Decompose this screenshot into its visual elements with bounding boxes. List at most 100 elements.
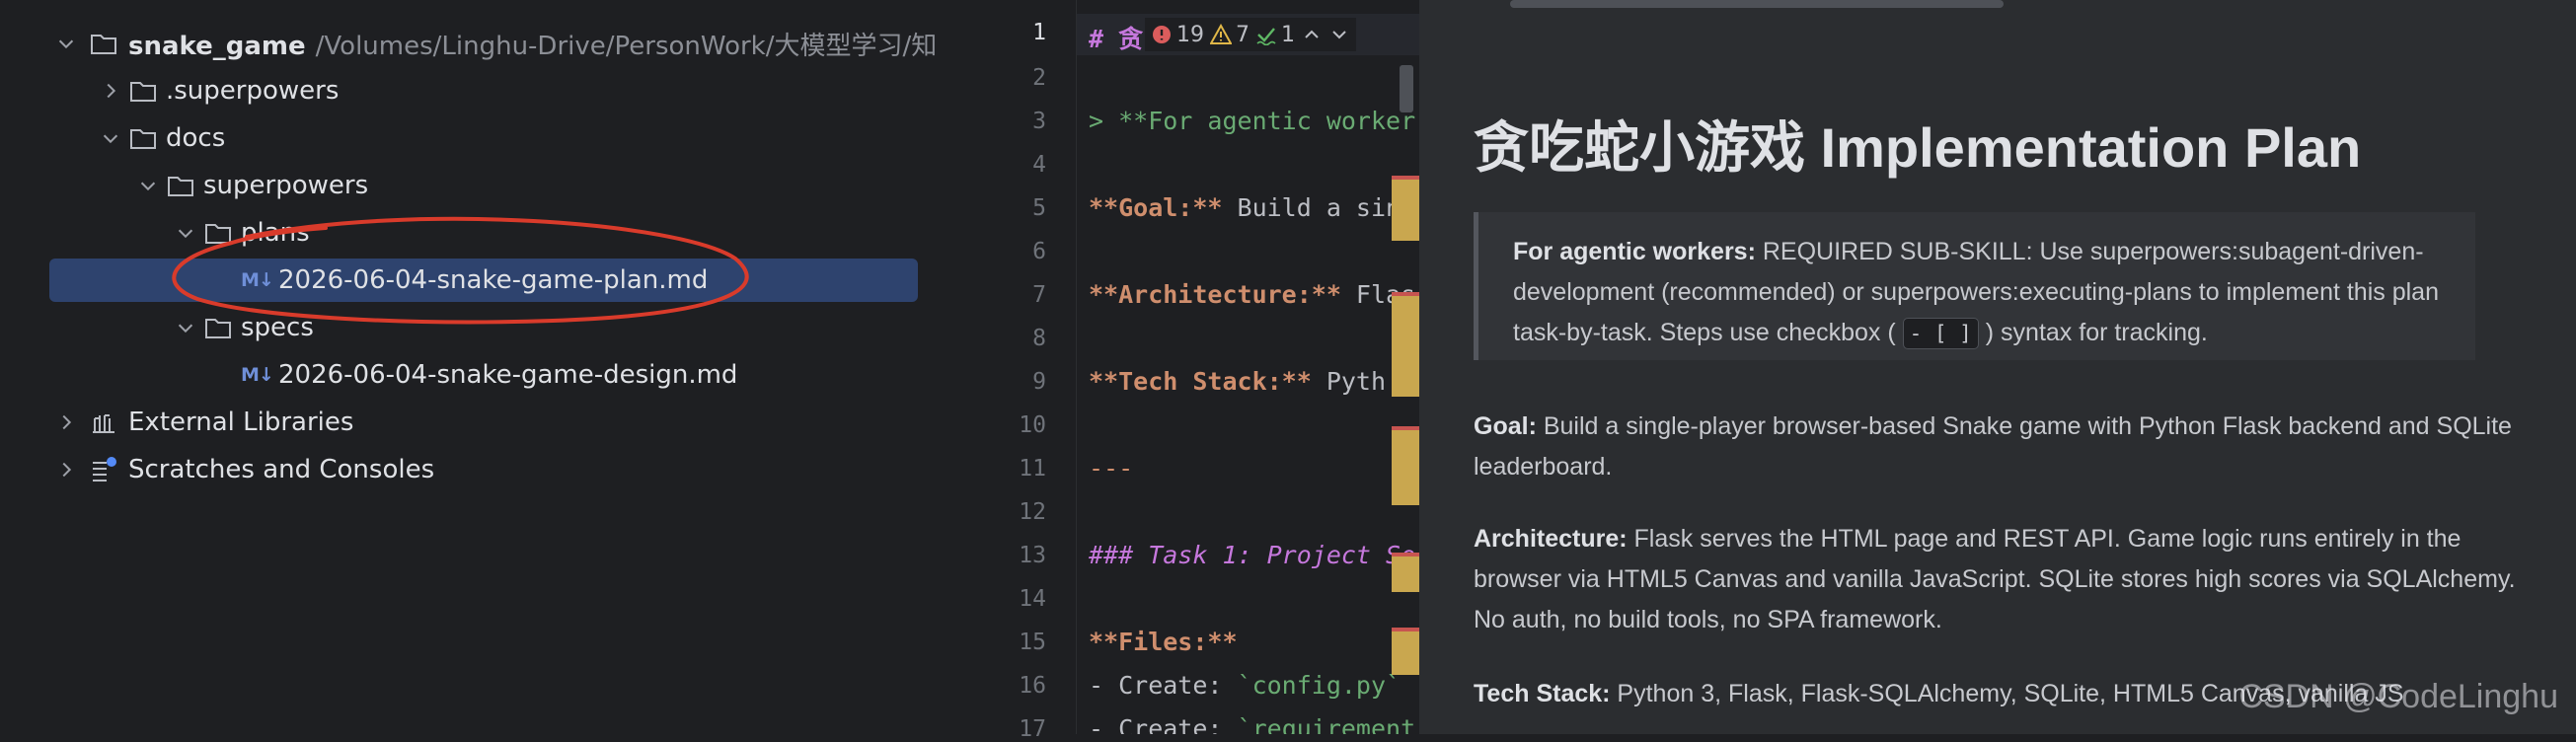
horizontal-scrollbar[interactable] [1510, 0, 2004, 8]
next-problem-button[interactable] [1328, 24, 1350, 45]
architecture-label: Architecture: [1474, 525, 1628, 553]
project-name: snake_game [128, 31, 306, 61]
code-inline: `config.py` [1237, 671, 1402, 700]
line-number: 10 [1019, 412, 1046, 438]
error-count[interactable]: 19 [1151, 23, 1204, 47]
folder-icon [89, 29, 118, 58]
tech-stack-label: Tech Stack: [1474, 680, 1611, 707]
code-line-17: - Create: `requirement [1089, 714, 1415, 734]
scratches-icon [89, 455, 118, 484]
folder-icon [128, 76, 158, 106]
tree-item-superpowers-hidden[interactable]: .superpowers [49, 69, 918, 112]
chevron-down-icon[interactable] [136, 174, 160, 197]
warning-marker[interactable] [1392, 631, 1419, 675]
tree-item-snake-game-plan-md[interactable]: M↓ 2026-06-04-snake-game-plan.md [49, 259, 918, 302]
folder-icon [166, 171, 195, 200]
library-icon [89, 408, 118, 437]
code-text: - Create: [1089, 714, 1238, 734]
tree-item-specs[interactable]: specs [49, 306, 918, 349]
code-line-11: --- [1089, 454, 1134, 482]
code-line-5: **Goal:** Build a sing [1089, 193, 1415, 222]
line-number: 15 [1019, 630, 1046, 655]
warning-count-value: 7 [1236, 22, 1250, 47]
prev-problem-button[interactable] [1301, 24, 1323, 45]
watermark: CSDN @CodeLinghu [2238, 678, 2558, 715]
typo-count-value: 1 [1281, 22, 1295, 47]
architecture-text: Flask serves the HTML page and REST API.… [1474, 525, 2516, 633]
inspection-widget[interactable]: 19 7 1 [1145, 18, 1356, 51]
blockquote-tail: ) syntax for tracking. [1978, 319, 2208, 346]
line-number: 7 [1032, 282, 1046, 308]
code-bold: **Tech Stack:** [1089, 367, 1312, 396]
tree-item-label: specs [241, 313, 314, 342]
chevron-right-icon[interactable] [99, 79, 122, 103]
line-number: 4 [1032, 152, 1046, 178]
line-number: 8 [1032, 326, 1046, 351]
typo-count[interactable]: 1 [1255, 23, 1295, 47]
line-number: 12 [1019, 499, 1046, 525]
chevron-right-icon[interactable] [54, 410, 78, 434]
chevron-down-icon[interactable] [174, 316, 197, 339]
line-number: 16 [1019, 673, 1046, 699]
warning-marker[interactable] [1392, 180, 1419, 241]
warning-marker[interactable] [1392, 430, 1419, 505]
chevron-right-icon[interactable] [54, 458, 78, 482]
code-line-1: # 贪 [1089, 25, 1144, 53]
line-number: 5 [1032, 195, 1046, 221]
chevron-down-icon [1332, 31, 1346, 39]
folder-icon [203, 218, 233, 248]
line-number: 13 [1019, 543, 1046, 568]
tree-root-snake-game[interactable]: snake_game/Volumes/Linghu-Drive/PersonWo… [49, 22, 938, 65]
warning-count[interactable]: 7 [1210, 23, 1250, 47]
code-line-7: **Architecture:** Flas [1089, 280, 1415, 309]
tree-item-label: Scratches and Consoles [128, 455, 435, 484]
tree-item-label: .superpowers [166, 76, 340, 106]
project-path: /Volumes/Linghu-Drive/PersonWork/大模型学习/知… [315, 31, 938, 61]
tree-root-label: snake_game/Volumes/Linghu-Drive/PersonWo… [128, 26, 938, 62]
tree-item-label: plans [241, 218, 310, 248]
warning-marker[interactable] [1392, 556, 1419, 592]
error-icon [1153, 26, 1171, 43]
blockquote-bold: For agentic workers: [1513, 238, 1756, 265]
markdown-file-icon: M↓ [241, 269, 274, 291]
line-number: 3 [1032, 109, 1046, 134]
goal-label: Goal: [1474, 412, 1537, 440]
code-text: Build a sing [1222, 193, 1416, 222]
line-number: 9 [1032, 369, 1046, 395]
tree-item-snake-game-design-md[interactable]: M↓ 2026-06-04-snake-game-design.md [49, 353, 918, 397]
tree-item-external-libraries[interactable]: External Libraries [49, 401, 918, 444]
tree-item-label: docs [166, 123, 226, 153]
preview-blockquote: For agentic workers: REQUIRED SUB-SKILL:… [1474, 212, 2475, 360]
line-number: 6 [1032, 239, 1046, 264]
tree-item-label: 2026-06-04-snake-game-plan.md [278, 265, 709, 295]
line-number: 11 [1019, 456, 1046, 482]
tree-item-superpowers[interactable]: superpowers [49, 164, 918, 207]
checkbox-syntax-code: - [ ] [1902, 318, 1979, 349]
folder-icon [203, 313, 233, 342]
blockquote-text: For agentic workers: REQUIRED SUB-SKILL:… [1513, 232, 2461, 353]
error-count-value: 19 [1176, 22, 1204, 47]
tree-item-plans[interactable]: plans [49, 211, 918, 255]
warning-icon [1210, 24, 1232, 44]
markdown-editor[interactable]: # 贪 > **For agentic worker **Goal:** Bui… [1076, 0, 1420, 734]
chevron-down-icon[interactable] [99, 126, 122, 150]
project-tree: snake_game/Volumes/Linghu-Drive/PersonWo… [0, 0, 938, 734]
tree-item-scratches-consoles[interactable]: Scratches and Consoles [49, 448, 918, 491]
preview-title: 贪吃蛇小游戏 Implementation Plan [1474, 116, 2362, 179]
line-number: 2 [1032, 65, 1046, 91]
tree-item-label: External Libraries [128, 408, 354, 437]
tree-item-docs[interactable]: docs [49, 116, 918, 160]
code-inline: `requirement [1237, 714, 1416, 734]
code-line-13: ### Task 1: Project Se [1089, 541, 1416, 569]
line-number: 14 [1019, 586, 1046, 612]
line-number-gutter: 1 2 3 4 5 6 7 8 9 10 11 12 13 14 15 16 1… [938, 0, 1076, 742]
chevron-down-icon[interactable] [174, 221, 197, 245]
chevron-down-icon[interactable] [54, 32, 78, 55]
editor-scrollbar-thumb[interactable] [1400, 65, 1413, 112]
tree-item-label: superpowers [203, 171, 369, 200]
code-bold: **Goal:** [1089, 193, 1223, 222]
code-line-9: **Tech Stack:** Pyth [1089, 367, 1386, 396]
code-line-3: > **For agentic worker [1089, 107, 1416, 135]
warning-marker[interactable] [1392, 296, 1419, 397]
code-text: - Create: [1089, 671, 1238, 700]
